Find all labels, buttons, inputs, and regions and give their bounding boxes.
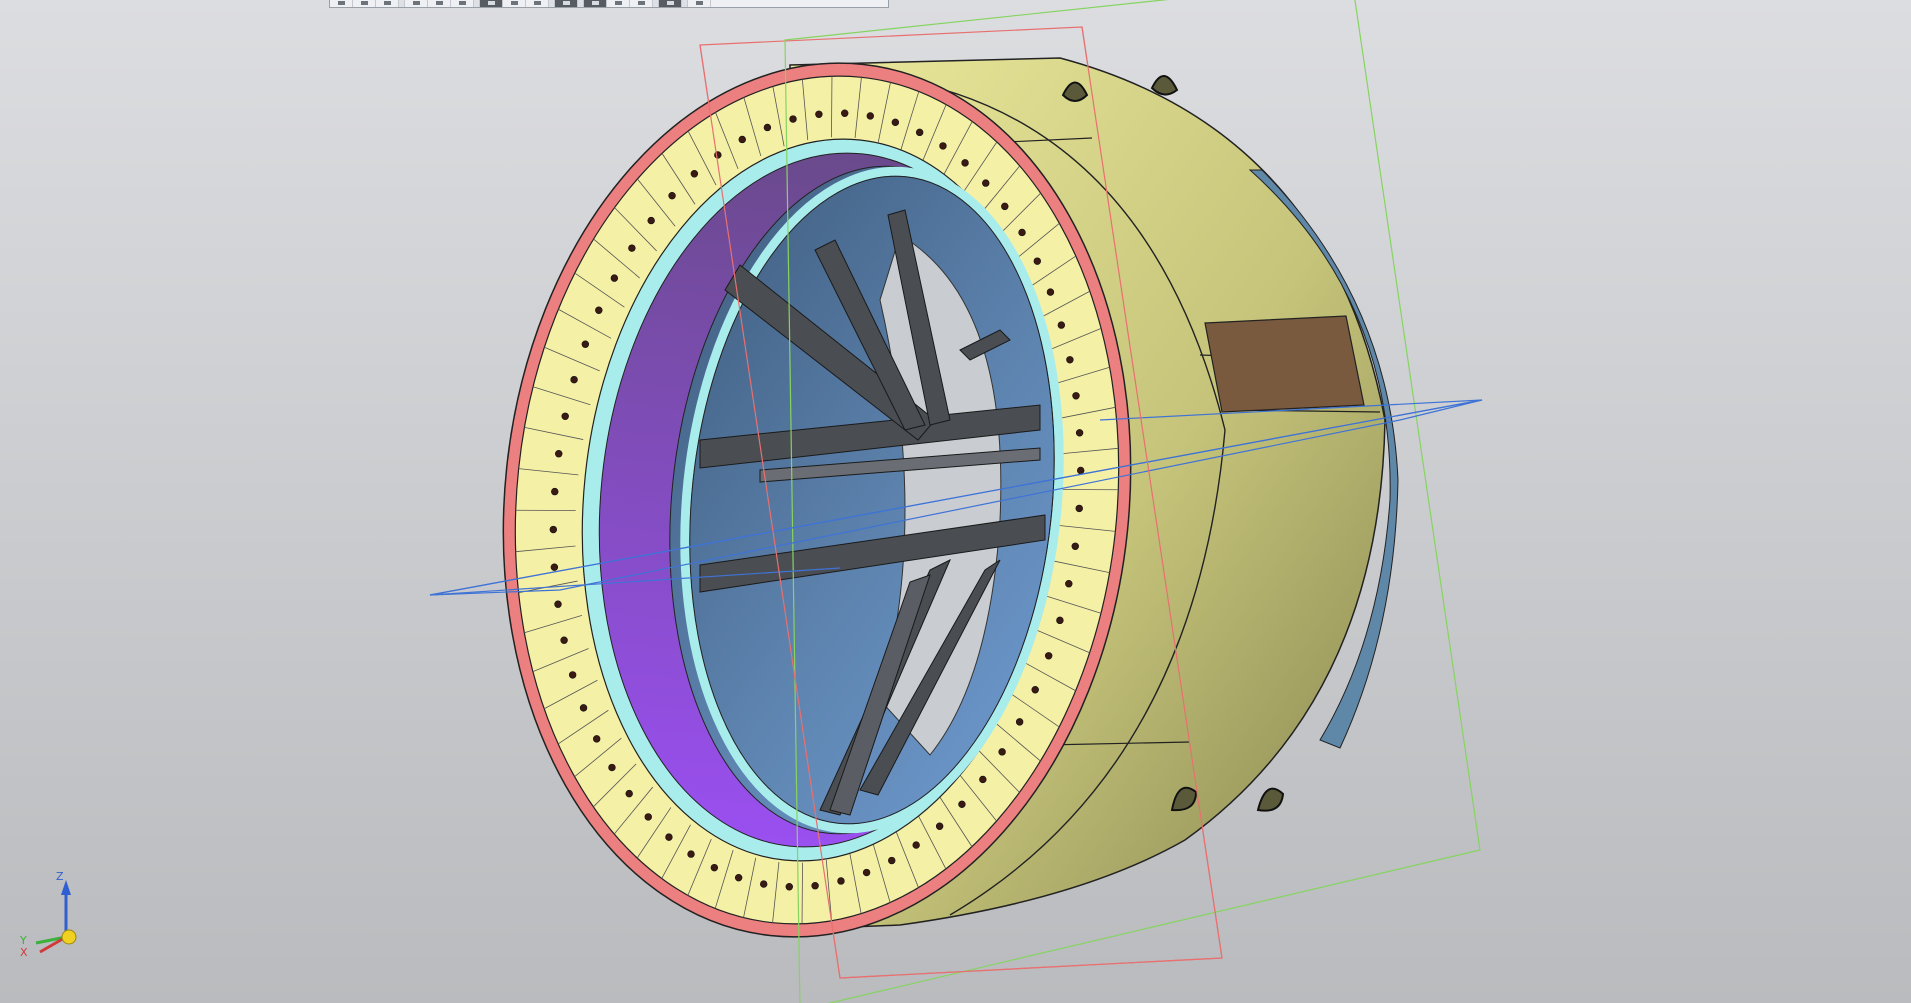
bolt-hole xyxy=(1056,616,1064,625)
bolt-hole xyxy=(592,735,601,743)
bolt-hole xyxy=(998,748,1006,756)
bolt-hole xyxy=(1057,321,1066,329)
bolt-hole xyxy=(912,841,920,849)
bolt-hole xyxy=(935,822,944,830)
wire-icon[interactable] xyxy=(503,0,526,7)
bolt-hole xyxy=(760,880,768,888)
bolt-hole xyxy=(668,191,676,200)
x-axis-label: X xyxy=(20,946,28,959)
bolt-hole xyxy=(560,636,568,644)
bolt-hole xyxy=(561,412,569,420)
bolt-hole xyxy=(958,800,966,809)
bolt-hole xyxy=(1018,228,1026,237)
bolt-hole xyxy=(1072,392,1080,400)
bolt-hole xyxy=(982,179,990,187)
bolt-hole xyxy=(628,244,636,252)
bolt-hole xyxy=(979,775,987,784)
bolt-hole xyxy=(710,863,719,872)
bolt-hole xyxy=(1075,429,1084,437)
shaded-icon[interactable] xyxy=(480,0,503,7)
bolt-hole xyxy=(1066,356,1074,364)
bolt-hole xyxy=(1031,686,1039,694)
bolt-hole xyxy=(763,123,772,132)
bolt-hole xyxy=(595,306,603,314)
bolt-hole xyxy=(837,877,845,885)
bolt-hole xyxy=(1015,718,1024,726)
bolt-hole xyxy=(862,868,871,877)
bolt-hole xyxy=(1065,580,1073,588)
filter-icon[interactable] xyxy=(688,0,711,7)
bolt-hole xyxy=(785,883,793,891)
bolt-hole xyxy=(939,142,947,150)
bolt-hole xyxy=(625,789,633,798)
bolt-hole xyxy=(665,833,673,841)
bolt-hole xyxy=(891,118,900,127)
bolt-hole xyxy=(554,600,562,608)
bolt-hole xyxy=(647,216,655,225)
bolt-hole xyxy=(687,850,695,858)
bolt-hole xyxy=(549,525,558,534)
cursor-icon[interactable] xyxy=(330,0,353,7)
zoom-icon[interactable] xyxy=(630,0,653,7)
bolt-hole xyxy=(1044,652,1053,660)
bolt-hole xyxy=(738,135,746,144)
bolt-hole xyxy=(789,115,797,123)
bolt-hole xyxy=(888,856,896,865)
bolt-hole xyxy=(815,110,823,118)
bolt-hole xyxy=(644,813,652,821)
line-icon[interactable] xyxy=(405,0,428,7)
bolt-hole xyxy=(714,151,722,159)
model-scene[interactable]: Z Y X xyxy=(0,0,1911,1003)
3d-viewport[interactable]: Z Y X xyxy=(0,0,1911,1003)
bolt-hole xyxy=(551,487,559,496)
layers-icon[interactable] xyxy=(659,0,682,7)
bolt-hole xyxy=(568,671,577,679)
bolt-hole xyxy=(555,450,563,458)
bolt-hole xyxy=(579,704,588,712)
bolt-hole xyxy=(734,873,743,882)
select-frame-icon[interactable] xyxy=(353,0,376,7)
bolt-hole xyxy=(811,882,819,890)
bolt-hole xyxy=(690,170,699,178)
orient-icon[interactable] xyxy=(607,0,630,7)
bolt-hole xyxy=(610,274,619,282)
bolt-hole xyxy=(1071,542,1079,550)
brown-band xyxy=(1204,315,1365,413)
view-toolbar xyxy=(329,0,889,8)
bolt-hole xyxy=(961,159,969,167)
bolt-hole xyxy=(581,340,590,348)
dash-icon[interactable] xyxy=(428,0,451,7)
bolt-hole xyxy=(570,375,578,384)
bolt-hole xyxy=(1076,466,1085,475)
hidden-line-icon[interactable] xyxy=(526,0,549,7)
bolt-hole xyxy=(915,128,924,137)
bolt-hole xyxy=(608,763,616,772)
bolt-hole xyxy=(841,109,849,117)
copy-props-icon[interactable] xyxy=(376,0,399,7)
bolt-hole xyxy=(1001,202,1009,211)
z-axis-label: Z xyxy=(56,870,64,883)
section-icon[interactable] xyxy=(584,0,607,7)
bolt-hole xyxy=(1033,257,1042,265)
bolt-hole xyxy=(866,112,874,120)
bolt-hole xyxy=(1075,504,1083,513)
perspective-icon[interactable] xyxy=(555,0,578,7)
arrow-icon[interactable] xyxy=(451,0,474,7)
bolt-hole xyxy=(550,563,559,571)
bolt-hole xyxy=(1046,288,1055,296)
